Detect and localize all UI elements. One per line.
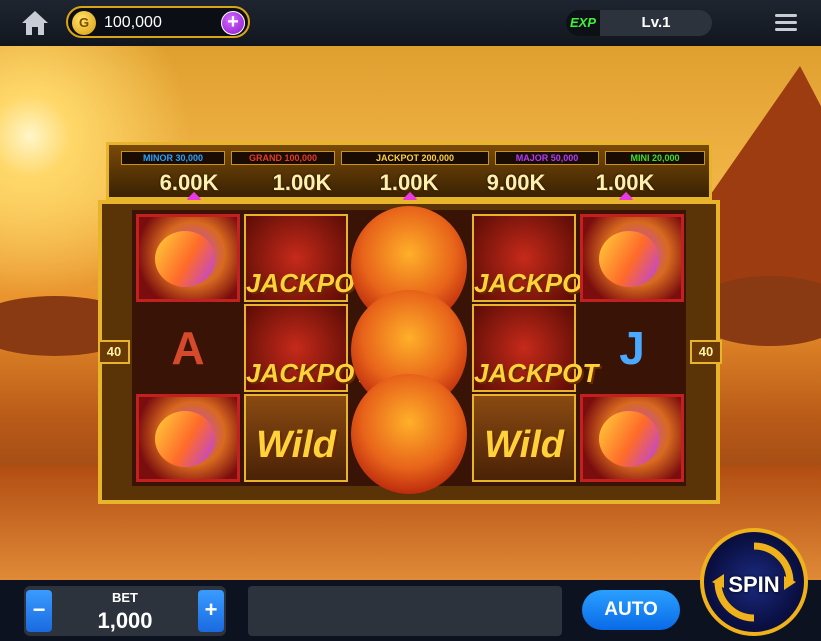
jackpot-mini: MINI 20,000 bbox=[605, 151, 705, 165]
jackpot-name: MAJOR bbox=[515, 153, 551, 163]
wild-symbol-label: Wild bbox=[484, 424, 564, 466]
auto-spin-button[interactable]: AUTO bbox=[582, 590, 680, 630]
jackpot-major: MAJOR 50,000 bbox=[495, 151, 599, 165]
bet-amount: 1,000 bbox=[97, 608, 153, 633]
jackpot-symbol: JACKPOT bbox=[244, 214, 371, 302]
bottom-bar: − BET 1,000 + AUTO bbox=[0, 580, 821, 641]
jackpot-name: GRAND bbox=[248, 153, 285, 163]
top-bar: G 100,000 + EXP Lv.1 bbox=[0, 0, 821, 46]
bet-increase-button[interactable]: + bbox=[198, 590, 224, 632]
spin-button[interactable]: SPIN bbox=[700, 528, 808, 636]
jackpot-name: MINI bbox=[630, 153, 652, 163]
jackpot-symbol: JACKPOT bbox=[244, 304, 371, 392]
jackpot-symbol-label: JACKPOT bbox=[474, 268, 599, 298]
message-panel bbox=[248, 586, 562, 636]
level-label: Lv.1 bbox=[641, 14, 671, 31]
jackpot-amount: 50,000 bbox=[550, 153, 579, 163]
jackpot-symbol-label: JACKPOT bbox=[246, 358, 371, 388]
jackpot-symbol: JACKPOT bbox=[472, 304, 599, 392]
jackpot-amount: 20,000 bbox=[651, 153, 680, 163]
slot-machine: MINOR 30,000 GRAND 100,000 JACKPOT 200,0… bbox=[98, 140, 722, 504]
jackpot-grand: GRAND 100,000 bbox=[231, 151, 335, 165]
jackpot-main: JACKPOT 200,000 bbox=[341, 151, 489, 165]
exp-level-bar: EXP Lv.1 bbox=[566, 10, 712, 36]
bet-label: BET bbox=[112, 590, 138, 605]
jackpot-symbol-label: JACKPOT bbox=[246, 268, 371, 298]
wild-symbol-label: Wild bbox=[256, 424, 336, 466]
spin-label: SPIN bbox=[728, 572, 780, 597]
letter-j-symbol: J bbox=[619, 322, 645, 374]
jackpot-symbol-label: JACKPOT bbox=[474, 358, 599, 388]
jackpot-amount: 100,000 bbox=[284, 153, 318, 163]
jackpot-amount: 30,000 bbox=[175, 153, 204, 163]
exp-label: EXP bbox=[566, 10, 600, 36]
menu-icon[interactable] bbox=[775, 14, 797, 32]
jackpot-symbol: JACKPOT bbox=[472, 214, 599, 302]
coin-balance: G 100,000 + bbox=[66, 6, 250, 38]
reel-value: 1.00K bbox=[272, 170, 332, 195]
jackpot-name: MINOR bbox=[142, 153, 176, 163]
letter-a-symbol: A bbox=[171, 322, 205, 374]
jackpot-minor: MINOR 30,000 bbox=[121, 151, 225, 165]
add-coins-button[interactable]: + bbox=[221, 11, 245, 35]
jackpot-name: JACKPOT bbox=[375, 153, 422, 163]
home-icon[interactable] bbox=[20, 9, 50, 37]
reel-value: 9.00K bbox=[486, 170, 546, 195]
elephant-symbol bbox=[136, 394, 240, 482]
elephant-symbol bbox=[580, 214, 684, 302]
multiplier-left: 40 bbox=[98, 340, 130, 364]
elephant-symbol bbox=[580, 394, 684, 482]
jackpot-amount: 200,000 bbox=[421, 153, 455, 163]
wild-symbol: Wild bbox=[472, 394, 576, 482]
wild-symbol: Wild bbox=[244, 394, 348, 482]
coin-icon: G bbox=[72, 11, 96, 35]
elephant-symbol bbox=[136, 214, 240, 302]
multiplier-right: 40 bbox=[690, 340, 722, 364]
coin-amount: 100,000 bbox=[104, 14, 162, 31]
reel-value: 6.00K bbox=[159, 170, 219, 195]
bet-control: − BET 1,000 + bbox=[24, 586, 226, 636]
elephant-symbol bbox=[351, 374, 467, 494]
